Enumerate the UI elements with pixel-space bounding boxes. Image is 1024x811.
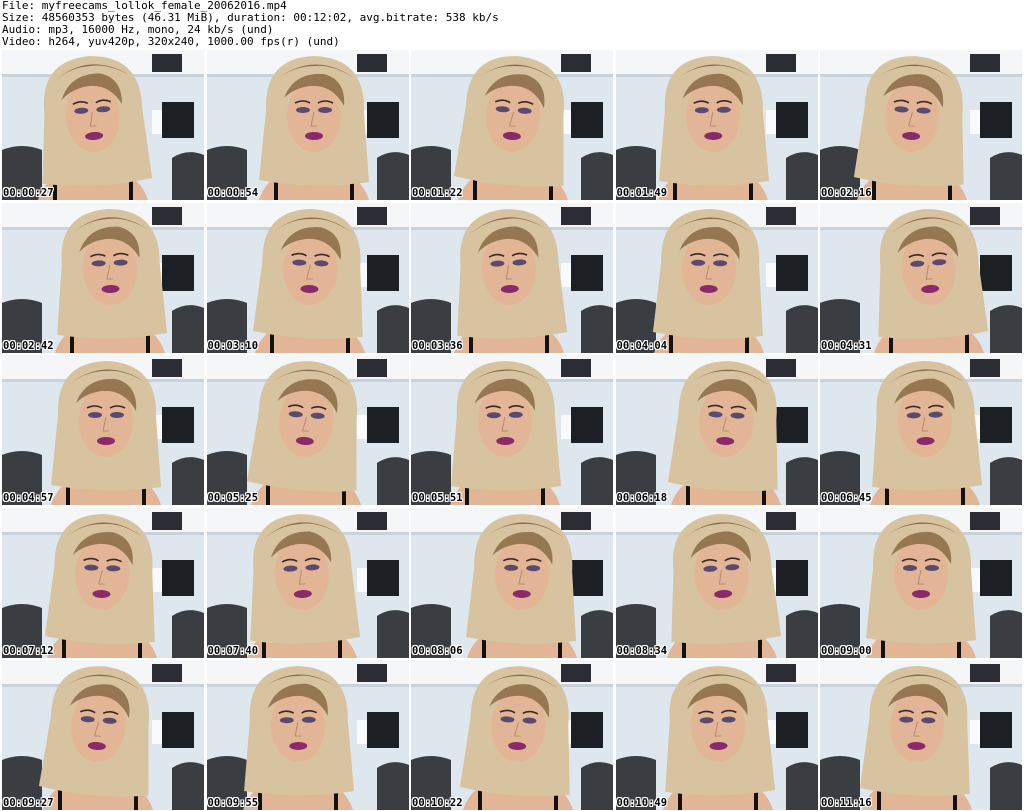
frame-timestamp: 00:00:54 xyxy=(207,187,259,199)
frame-timestamp: 00:04:04 xyxy=(616,339,668,352)
video-frame-icon xyxy=(820,355,1022,505)
video-thumbnail: 00:10:22 xyxy=(411,660,613,810)
video-frame-icon xyxy=(206,50,409,200)
frame-timestamp: 00:00:27 xyxy=(3,187,54,199)
video-thumbnail: 00:08:06 xyxy=(411,507,613,658)
video-thumbnail: 00:06:18 xyxy=(615,355,818,505)
video-frame-icon xyxy=(820,202,1022,353)
frame-timestamp: 00:07:40 xyxy=(207,644,259,657)
video-frame-icon xyxy=(615,660,818,810)
video-thumbnail: 00:10:49 xyxy=(615,660,818,810)
frame-timestamp: 00:10:49 xyxy=(616,797,668,809)
frame-timestamp: 00:06:45 xyxy=(821,492,872,504)
video-thumbnail: 00:09:27 xyxy=(2,660,204,810)
video-thumbnail: 00:02:16 xyxy=(820,50,1022,200)
video-thumbnail: 00:06:45 xyxy=(820,355,1022,505)
video-frame-icon xyxy=(820,660,1022,810)
video-frame-icon xyxy=(615,507,818,658)
video-frame-icon xyxy=(411,202,613,353)
video-frame-icon xyxy=(615,50,818,200)
video-thumbnail: 00:00:54 xyxy=(206,50,409,200)
frame-timestamp: 00:05:25 xyxy=(207,492,259,504)
frame-timestamp: 00:09:00 xyxy=(821,644,872,657)
video-frame-icon xyxy=(820,507,1022,658)
video-frame-icon xyxy=(2,507,204,658)
frame-timestamp: 00:11:16 xyxy=(821,797,872,809)
video-frame-icon xyxy=(820,50,1022,200)
video-thumbnail: 00:09:00 xyxy=(820,507,1022,658)
video-frame-icon xyxy=(206,202,409,353)
frame-timestamp: 00:09:55 xyxy=(207,797,259,809)
frame-timestamp: 00:10:22 xyxy=(412,797,463,809)
video-thumbnail: 00:07:40 xyxy=(206,507,409,658)
video-thumbnail: 00:01:49 xyxy=(615,50,818,200)
video-thumbnail: 00:04:31 xyxy=(820,202,1022,353)
video-frame-icon xyxy=(206,660,409,810)
video-info-line: Video: h264, yuv420p, 320x240, 1000.00 f… xyxy=(2,35,340,48)
video-thumbnail: 00:03:10 xyxy=(206,202,409,353)
frame-timestamp: 00:06:18 xyxy=(616,492,668,504)
frame-timestamp: 00:04:57 xyxy=(3,492,54,504)
frame-timestamp: 00:04:31 xyxy=(821,339,872,352)
video-frame-icon xyxy=(2,660,204,810)
frame-timestamp: 00:02:42 xyxy=(3,339,54,352)
frame-timestamp: 00:01:49 xyxy=(616,187,668,199)
video-frame-icon xyxy=(615,202,818,353)
video-frame-icon xyxy=(411,355,613,505)
video-thumbnail: 00:00:27 xyxy=(2,50,204,200)
video-thumbnail: 00:08:34 xyxy=(615,507,818,658)
video-thumbnail: 00:01:22 xyxy=(411,50,613,200)
video-frame-icon xyxy=(206,355,409,505)
video-thumbnail: 00:05:25 xyxy=(206,355,409,505)
frame-timestamp: 00:03:36 xyxy=(412,339,463,352)
frame-timestamp: 00:05:51 xyxy=(412,492,463,504)
video-frame-icon xyxy=(2,202,204,353)
video-frame-icon xyxy=(411,660,613,810)
video-frame-icon xyxy=(2,50,204,200)
video-thumbnail: 00:03:36 xyxy=(411,202,613,353)
frame-timestamp: 00:02:16 xyxy=(821,187,872,199)
file-info-header: File: myfreecams_lollok_female_20062016.… xyxy=(2,0,1022,50)
frame-timestamp: 00:07:12 xyxy=(3,644,54,657)
video-thumbnail: 00:04:04 xyxy=(615,202,818,353)
video-thumbnail: 00:09:55 xyxy=(206,660,409,810)
thumbnail-grid: 00:00:27 00:00:54 00:01:22 00:01:49 00:02:16… xyxy=(2,50,1022,810)
video-thumbnail: 00:05:51 xyxy=(411,355,613,505)
video-thumbnail: 00:07:12 xyxy=(2,507,204,658)
video-frame-icon xyxy=(615,355,818,505)
video-frame-icon xyxy=(2,355,204,505)
frame-timestamp: 00:08:06 xyxy=(412,644,463,657)
frame-timestamp: 00:08:34 xyxy=(616,644,668,657)
frame-timestamp: 00:09:27 xyxy=(3,797,54,809)
video-thumbnail: 00:04:57 xyxy=(2,355,204,505)
video-frame-icon xyxy=(411,50,613,200)
frame-timestamp: 00:03:10 xyxy=(207,339,259,352)
video-thumbnail: 00:02:42 xyxy=(2,202,204,353)
video-frame-icon xyxy=(206,507,409,658)
video-thumbnail: 00:11:16 xyxy=(820,660,1022,810)
frame-timestamp: 00:01:22 xyxy=(412,187,463,199)
video-frame-icon xyxy=(411,507,613,658)
